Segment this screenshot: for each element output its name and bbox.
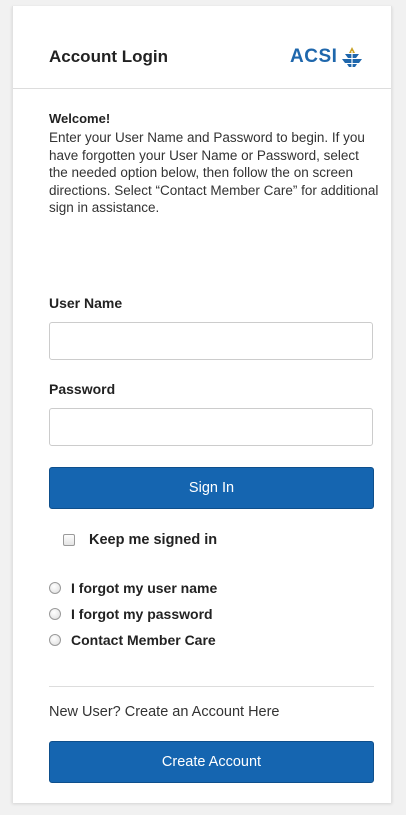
sign-in-button[interactable]: Sign In <box>49 467 374 509</box>
radio-button[interactable] <box>49 608 61 620</box>
radio-label[interactable]: I forgot my password <box>71 606 213 622</box>
welcome-heading: Welcome! <box>49 111 111 126</box>
radio-forgot-username[interactable]: I forgot my user name <box>49 579 217 597</box>
keep-signed-in-checkbox[interactable] <box>63 534 75 546</box>
new-user-text: New User? Create an Account Here <box>49 704 280 720</box>
acsi-torch-logo-icon <box>342 47 363 67</box>
keep-signed-in-label[interactable]: Keep me signed in <box>89 532 217 548</box>
radio-forgot-password[interactable]: I forgot my password <box>49 605 213 623</box>
radio-contact-member-care[interactable]: Contact Member Care <box>49 631 216 649</box>
radio-button[interactable] <box>49 634 61 646</box>
radio-label[interactable]: I forgot my user name <box>71 580 217 596</box>
radio-button[interactable] <box>49 582 61 594</box>
login-instructions: Enter your User Name and Password to beg… <box>49 130 379 215</box>
keep-signed-in-option[interactable]: Keep me signed in <box>63 531 217 549</box>
password-field[interactable] <box>49 408 373 446</box>
logo-text: ACSI <box>290 46 338 67</box>
login-header: Account Login ACSI <box>13 6 391 89</box>
page-title: Account Login <box>49 47 168 66</box>
username-label: User Name <box>49 295 123 311</box>
acsi-logo: ACSI <box>290 44 365 70</box>
username-field[interactable] <box>49 322 373 360</box>
create-account-button[interactable]: Create Account <box>49 741 374 783</box>
radio-label[interactable]: Contact Member Care <box>71 632 216 648</box>
section-divider <box>49 686 374 687</box>
password-label: Password <box>49 381 116 397</box>
login-card: Account Login ACSI Welcome! Enter your U… <box>12 6 392 803</box>
